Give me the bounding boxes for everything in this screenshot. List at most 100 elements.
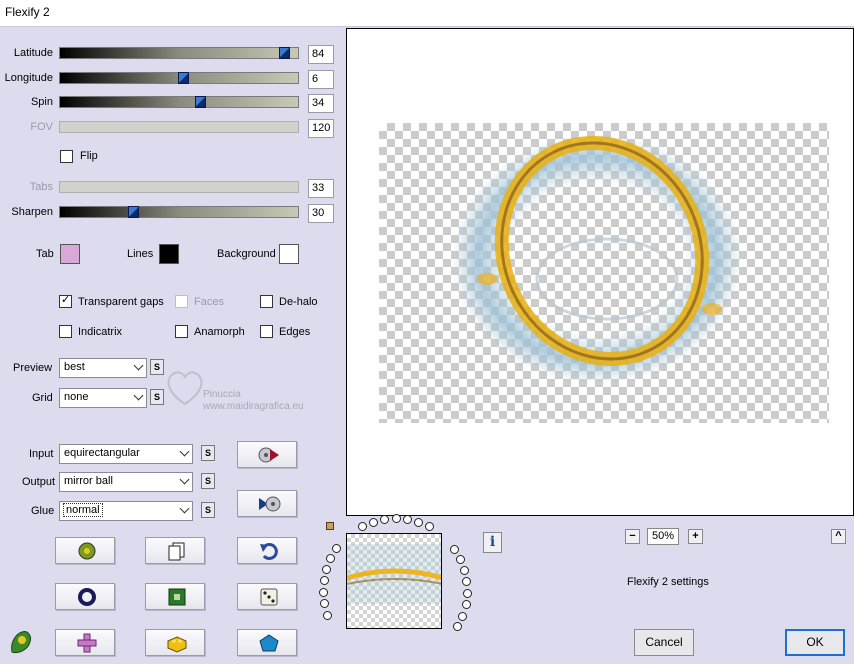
randomize-button[interactable]	[55, 537, 115, 564]
load-preset-button[interactable]	[237, 441, 297, 468]
scroll-up-button[interactable]: ^	[831, 529, 846, 544]
output-label: Output	[22, 476, 56, 488]
ring-button[interactable]	[55, 583, 115, 610]
navigator-thumbnail[interactable]	[346, 533, 442, 629]
grid-s-button[interactable]: S	[150, 389, 164, 405]
input-select-value: equirectangular	[64, 447, 140, 459]
cancel-button[interactable]: Cancel	[634, 629, 694, 656]
dial-dot[interactable]	[462, 577, 472, 587]
sharpen-slider[interactable]	[59, 206, 299, 218]
zoom-out-button[interactable]: −	[625, 529, 640, 544]
tab-color-label: Tab	[36, 248, 54, 260]
dial-dot[interactable]	[368, 517, 378, 527]
thumbnail-image	[347, 544, 441, 604]
transparent-gaps-label: Transparent gaps	[78, 296, 164, 308]
undo-arrow-icon	[260, 543, 278, 560]
faces-checkbox	[175, 295, 188, 308]
undo-button[interactable]	[237, 537, 297, 564]
tab-color-swatch[interactable]	[60, 244, 80, 264]
latitude-slider[interactable]	[59, 47, 299, 59]
input-s-button[interactable]: S	[201, 445, 215, 461]
flip-checkbox[interactable]	[60, 150, 73, 163]
longitude-slider[interactable]	[59, 72, 299, 84]
dial-dot[interactable]	[358, 521, 368, 531]
background-color-label: Background	[217, 248, 276, 260]
spin-slider-thumb[interactable]	[195, 96, 206, 108]
de-halo-checkbox[interactable]	[260, 295, 273, 308]
dial-dot[interactable]	[322, 565, 332, 575]
dial-dot[interactable]	[450, 545, 460, 555]
glue-select[interactable]: normal	[59, 501, 193, 521]
dial-dot[interactable]	[332, 544, 342, 554]
transparent-gaps-checkbox[interactable]: ✓	[59, 294, 72, 308]
preview-select[interactable]: best	[59, 358, 147, 378]
preview-mirror-ball-image	[452, 134, 742, 384]
dial-dot[interactable]	[403, 515, 412, 524]
indicatrix-checkbox[interactable]	[59, 325, 72, 338]
output-select[interactable]: mirror ball	[59, 472, 193, 492]
cross-button[interactable]	[55, 629, 115, 656]
dial-dot[interactable]	[319, 576, 329, 586]
dial-dot[interactable]	[461, 600, 471, 610]
latitude-slider-thumb[interactable]	[279, 47, 290, 59]
sharpen-value[interactable]: 30	[308, 204, 334, 223]
dial-dot[interactable]	[456, 555, 466, 565]
green-square-icon	[168, 588, 186, 606]
heart-watermark-icon	[167, 371, 203, 406]
lines-color-swatch[interactable]	[159, 244, 179, 264]
chevron-down-icon	[133, 360, 144, 371]
dice-button[interactable]	[237, 583, 297, 610]
input-select[interactable]: equirectangular	[59, 444, 193, 464]
de-halo-label: De-halo	[279, 296, 318, 308]
ok-button[interactable]: OK	[785, 629, 845, 656]
fov-slider	[59, 121, 299, 133]
zoom-level[interactable]: 50%	[647, 528, 679, 545]
grid-select[interactable]: none	[59, 388, 147, 408]
brick-button[interactable]	[145, 629, 205, 656]
dial-dot[interactable]	[391, 514, 401, 523]
glue-s-button[interactable]: S	[201, 502, 215, 518]
blue-pentagon-icon	[259, 634, 279, 652]
navigator-handle[interactable]	[326, 522, 334, 530]
dial-dot[interactable]	[414, 517, 424, 527]
pentagon-button[interactable]	[237, 629, 297, 656]
latitude-value[interactable]: 84	[308, 45, 334, 64]
dial-dot[interactable]	[458, 611, 468, 621]
dial-dot[interactable]	[462, 589, 472, 598]
dice-icon	[260, 588, 278, 606]
dial-dot[interactable]	[379, 514, 389, 524]
spin-slider[interactable]	[59, 96, 299, 108]
anamorph-checkbox[interactable]	[175, 325, 188, 338]
tabs-slider	[59, 181, 299, 193]
dial-dot[interactable]	[424, 522, 434, 532]
save-preset-button[interactable]	[237, 490, 297, 517]
flexify-logo-icon	[11, 631, 31, 653]
preview-s-button[interactable]: S	[150, 359, 164, 375]
longitude-label: Longitude	[4, 72, 53, 84]
dial-dot[interactable]	[323, 610, 333, 620]
copy-button[interactable]	[145, 537, 205, 564]
dial-dot[interactable]	[319, 588, 329, 597]
output-s-button[interactable]: S	[201, 473, 215, 489]
tabs-value: 33	[308, 179, 334, 198]
spin-value[interactable]: 34	[308, 94, 334, 113]
chevron-down-icon	[133, 390, 144, 401]
zoom-in-button[interactable]: +	[688, 529, 703, 544]
square-button[interactable]	[145, 583, 205, 610]
dial-dot[interactable]	[460, 566, 470, 576]
preview-canvas[interactable]	[346, 28, 854, 516]
dial-dot[interactable]	[453, 622, 463, 631]
yellow-brick-icon	[167, 636, 187, 653]
info-button[interactable]: i	[483, 532, 502, 553]
dial-dot[interactable]	[320, 599, 330, 609]
sharpen-slider-thumb[interactable]	[128, 206, 139, 218]
sharpen-label: Sharpen	[11, 206, 53, 218]
dial-dot[interactable]	[326, 554, 336, 564]
longitude-value[interactable]: 6	[308, 70, 334, 89]
watermark-name: Pinuccia	[203, 389, 241, 400]
tabs-label: Tabs	[29, 181, 53, 193]
longitude-slider-thumb[interactable]	[178, 72, 189, 84]
edges-checkbox[interactable]	[260, 325, 273, 338]
background-color-swatch[interactable]	[279, 244, 299, 264]
glue-select-value: normal	[63, 503, 103, 517]
